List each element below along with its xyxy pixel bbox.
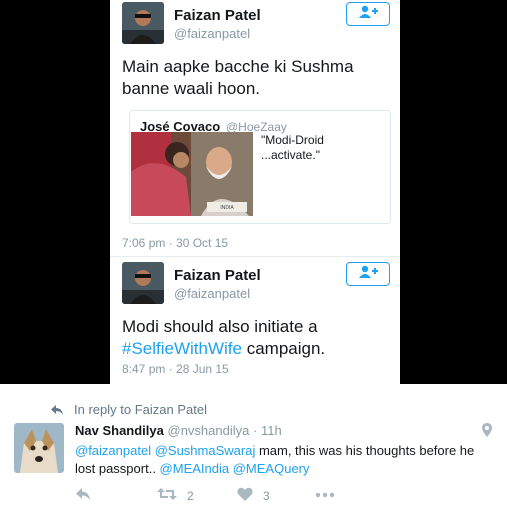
reply-time[interactable]: 11h xyxy=(261,423,282,438)
author-handle[interactable]: @faizanpatel xyxy=(174,286,250,301)
follow-button[interactable] xyxy=(346,2,390,26)
location-icon[interactable] xyxy=(482,423,492,442)
retweet-button[interactable]: 2 xyxy=(157,487,194,504)
reply-avatar[interactable] xyxy=(14,423,64,473)
mention-link[interactable]: @faizanpatel xyxy=(75,443,151,458)
retweet-icon xyxy=(157,487,177,504)
like-count: 3 xyxy=(263,488,270,503)
mention-link[interactable]: @MEAQuery xyxy=(233,461,310,476)
quoted-tweet-text: "Modi-Droid ...activate." xyxy=(261,133,324,162)
reply-context[interactable]: In reply to Faizan Patel xyxy=(50,402,207,417)
nameplate-text: INDIA xyxy=(220,205,234,211)
reply-author-handle[interactable]: @nvshandilya xyxy=(168,423,250,438)
reply-icon xyxy=(75,487,91,504)
avatar[interactable] xyxy=(122,2,164,44)
more-icon xyxy=(315,487,335,501)
embedded-tweets-card: Faizan Patel @faizanpatel Main aapke bac… xyxy=(110,0,400,384)
follow-button[interactable] xyxy=(346,262,390,286)
hashtag-link[interactable]: #SelfieWithWife xyxy=(122,339,242,358)
quoted-tweet-image[interactable]: INDIA xyxy=(131,132,253,216)
author-name[interactable]: Faizan Patel xyxy=(174,267,261,284)
tweet-text: Modi should also initiate a #SelfieWithW… xyxy=(122,316,392,360)
tweet-timestamp[interactable]: 7:06 pm · 30 Oct 15 xyxy=(122,236,228,250)
mention-link[interactable]: @SushmaSwaraj xyxy=(155,443,256,458)
reply-text: @faizanpatel @SushmaSwaraj mam, this was… xyxy=(75,442,495,478)
tweet-text-part: Modi should also initiate a xyxy=(122,317,318,336)
tweet-divider xyxy=(110,256,400,257)
avatar[interactable] xyxy=(122,262,164,304)
retweet-count: 2 xyxy=(187,488,194,503)
follow-icon xyxy=(358,265,378,284)
quoted-tweet[interactable]: José Covaco @HoeZaay INDIA "Modi-Droid .… xyxy=(129,110,391,224)
mention-link[interactable]: @MEAIndia xyxy=(160,461,230,476)
author-handle[interactable]: @faizanpatel xyxy=(174,26,250,41)
author-name[interactable]: Faizan Patel xyxy=(174,7,261,24)
reply-author-name[interactable]: Nav Shandilya xyxy=(75,423,164,438)
follow-icon xyxy=(358,5,378,24)
tweet-text: Main aapke bacche ki Sushma banne waali … xyxy=(122,57,354,98)
like-button[interactable]: 3 xyxy=(237,487,270,504)
tweet-timestamp[interactable]: 8:47 pm · 28 Jun 15 xyxy=(122,362,229,376)
reply-header: Nav Shandilya @nvshandilya · 11h xyxy=(75,423,282,438)
reply-button[interactable] xyxy=(75,487,91,504)
tweet-actions: 2 3 xyxy=(75,487,495,507)
separator: · xyxy=(252,423,258,438)
like-icon xyxy=(237,487,253,504)
reply-arrow-icon xyxy=(50,404,64,416)
reply-context-text: In reply to Faizan Patel xyxy=(74,402,207,417)
more-options-button[interactable] xyxy=(315,487,335,501)
tweet-text-part: campaign. xyxy=(241,339,326,358)
